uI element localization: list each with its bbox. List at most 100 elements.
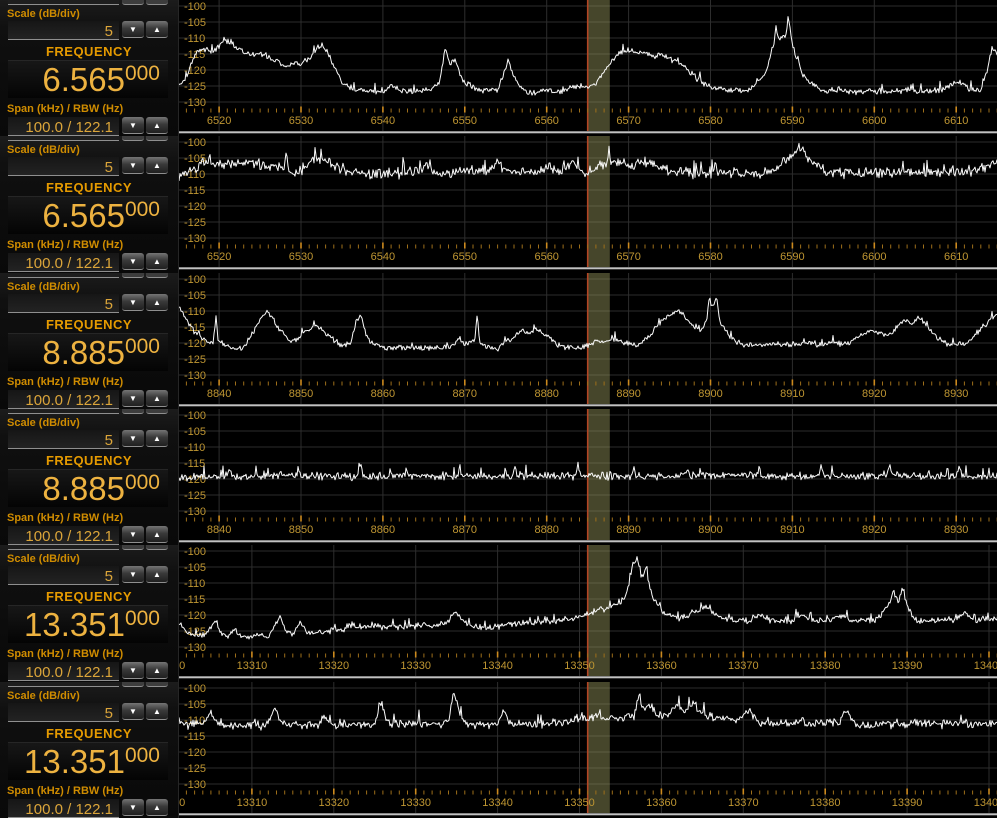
- passband-overlay[interactable]: [588, 682, 610, 813]
- span-decrease-button[interactable]: ▼: [122, 662, 144, 679]
- scale-decrease-button[interactable]: ▼: [122, 566, 144, 583]
- panel-separator: [179, 404, 997, 406]
- span-increase-button[interactable]: ▲: [146, 117, 168, 134]
- x-axis-label: 8870: [453, 524, 477, 536]
- x-axis-label: 6600: [862, 251, 886, 263]
- scale-input[interactable]: 5: [8, 294, 119, 313]
- y-axis-label: -110: [184, 442, 205, 454]
- receiver-panel: Scale (dB/div) 5 ▼ ▲ FREQUENCY 6.565000 …: [0, 136, 997, 272]
- scale-increase-button[interactable]: ▲: [146, 294, 168, 311]
- frequency-readout[interactable]: 6.565000: [8, 60, 168, 98]
- scale-increase-button[interactable]: ▲: [146, 703, 168, 720]
- x-axis-label: 8930: [944, 388, 968, 400]
- spectrum-display[interactable]: 1330013310133201333013340133501336013370…: [178, 682, 997, 818]
- scale-decrease-button[interactable]: ▼: [122, 430, 144, 447]
- panel-separator: [179, 813, 997, 815]
- scale-increase-button[interactable]: ▲: [146, 21, 168, 38]
- down-arrow-icon: ▼: [122, 430, 144, 447]
- frequency-section-label: FREQUENCY: [0, 589, 178, 604]
- y-axis-label: -110: [184, 306, 205, 318]
- receiver-controls-sidebar: Scale (dB/div) 5 ▼ ▲ FREQUENCY 6.565000 …: [0, 136, 178, 272]
- x-axis-label: 8910: [780, 524, 804, 536]
- span-rbw-input[interactable]: 100.0 / 122.1: [8, 799, 119, 818]
- x-axis-label: 6540: [371, 251, 395, 263]
- y-axis-label: -100: [184, 274, 206, 286]
- scale-input[interactable]: 5: [8, 430, 119, 449]
- x-axis-label: 13390: [892, 797, 923, 809]
- x-axis-label: 13300: [179, 660, 185, 672]
- frequency-hz-value: 000: [125, 198, 160, 221]
- span-increase-button[interactable]: ▲: [146, 662, 168, 679]
- y-axis-label: -105: [184, 290, 206, 302]
- span-rbw-input[interactable]: 100.0 / 122.1: [8, 117, 119, 136]
- frequency-readout[interactable]: 8.885000: [8, 469, 168, 507]
- scale-decrease-button[interactable]: ▼: [122, 157, 144, 174]
- panel-separator: [179, 677, 997, 679]
- span-decrease-button[interactable]: ▼: [122, 526, 144, 543]
- scale-increase-button[interactable]: ▲: [146, 566, 168, 583]
- previous-up-button-partial: [146, 409, 168, 414]
- y-axis-label: -120: [184, 201, 206, 213]
- scale-input[interactable]: 5: [8, 157, 119, 176]
- receiver-controls-sidebar: Scale (dB/div) 5 ▼ ▲ FREQUENCY 6.565000 …: [0, 0, 178, 136]
- scale-increase-button[interactable]: ▲: [146, 157, 168, 174]
- scale-input[interactable]: 5: [8, 566, 119, 585]
- frequency-mhz-value: 8.885: [42, 470, 125, 507]
- span-increase-button[interactable]: ▲: [146, 526, 168, 543]
- frequency-readout[interactable]: 13.351000: [8, 605, 168, 643]
- passband-overlay[interactable]: [588, 273, 610, 404]
- frequency-readout[interactable]: 6.565000: [8, 196, 168, 234]
- span-rbw-label: Span (kHz) / RBW (Hz): [7, 376, 123, 388]
- span-decrease-button[interactable]: ▼: [122, 799, 144, 816]
- previous-span-field-partial: [8, 409, 119, 414]
- scale-decrease-button[interactable]: ▼: [122, 703, 144, 720]
- y-axis-label: -125: [184, 354, 206, 366]
- span-rbw-input[interactable]: 100.0 / 122.1: [8, 662, 119, 681]
- frequency-readout[interactable]: 8.885000: [8, 333, 168, 371]
- passband-overlay[interactable]: [588, 545, 610, 676]
- span-increase-button[interactable]: ▲: [146, 390, 168, 407]
- span-rbw-label: Span (kHz) / RBW (Hz): [7, 239, 123, 251]
- span-rbw-input[interactable]: 100.0 / 122.1: [8, 390, 119, 409]
- down-arrow-icon: ▼: [122, 566, 144, 583]
- x-axis-label: 8900: [698, 388, 722, 400]
- previous-span-field-partial: [8, 0, 119, 5]
- y-axis-label: -100: [184, 683, 206, 695]
- spectrum-display[interactable]: 6520653065406550656065706580659066006610…: [178, 0, 997, 136]
- spectrum-display[interactable]: 6520653065406550656065706580659066006610…: [178, 136, 997, 272]
- x-axis-label: 6550: [453, 251, 477, 263]
- span-increase-button[interactable]: ▲: [146, 253, 168, 270]
- down-arrow-icon: ▼: [122, 662, 144, 679]
- scale-decrease-button[interactable]: ▼: [122, 21, 144, 38]
- span-decrease-button[interactable]: ▼: [122, 390, 144, 407]
- y-axis-label: -130: [184, 233, 206, 245]
- scale-input[interactable]: 5: [8, 21, 119, 40]
- scale-increase-button[interactable]: ▲: [146, 430, 168, 447]
- span-rbw-input[interactable]: 100.0 / 122.1: [8, 253, 119, 272]
- passband-overlay[interactable]: [588, 136, 610, 267]
- previous-span-field-partial: [8, 136, 119, 141]
- x-axis-label: 8900: [698, 524, 722, 536]
- span-decrease-button[interactable]: ▼: [122, 253, 144, 270]
- scale-db-div-label: Scale (dB/div): [7, 8, 80, 20]
- passband-overlay[interactable]: [588, 0, 610, 131]
- spectrum-display[interactable]: 1330013310133201333013340133501336013370…: [178, 545, 997, 681]
- spectrum-display[interactable]: 8840885088608870888088908900891089208930…: [178, 273, 997, 409]
- y-axis-label: -130: [184, 642, 206, 654]
- frequency-section-label: FREQUENCY: [0, 44, 178, 59]
- frequency-readout[interactable]: 13.351000: [8, 742, 168, 780]
- y-axis-label: -110: [184, 578, 205, 590]
- y-axis-label: -130: [184, 97, 206, 109]
- span-increase-button[interactable]: ▲: [146, 799, 168, 816]
- frequency-mhz-value: 6.565: [42, 61, 125, 98]
- spectrum-display[interactable]: 8840885088608870888088908900891089208930…: [178, 409, 997, 545]
- down-arrow-icon: ▼: [122, 799, 144, 816]
- span-decrease-button[interactable]: ▼: [122, 117, 144, 134]
- up-arrow-icon: ▲: [146, 390, 168, 407]
- receiver-controls-sidebar: Scale (dB/div) 5 ▼ ▲ FREQUENCY 13.351000…: [0, 545, 178, 681]
- x-axis-label: 13360: [646, 797, 677, 809]
- scale-input[interactable]: 5: [8, 703, 119, 722]
- span-rbw-input[interactable]: 100.0 / 122.1: [8, 526, 119, 545]
- scale-decrease-button[interactable]: ▼: [122, 294, 144, 311]
- y-axis-label: -125: [184, 490, 206, 502]
